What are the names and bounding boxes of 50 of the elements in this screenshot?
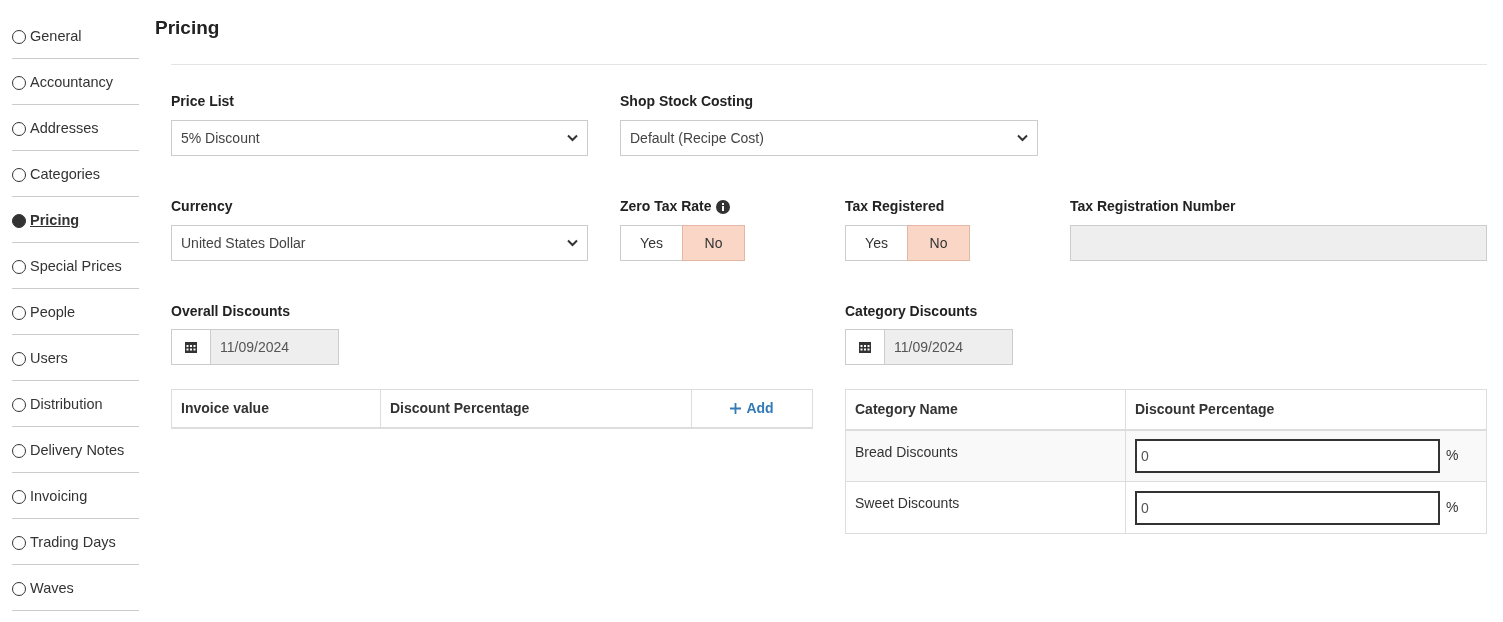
field-label: Tax Registration Number [1070,197,1236,216]
calendar-icon [185,341,197,353]
field-label: Overall Discounts [171,302,291,321]
dropdown-field[interactable]: Default (Recipe Cost) [620,120,1038,156]
sidebar-item[interactable]: Categories [12,151,139,197]
calendar-button[interactable] [171,329,211,365]
percentage-field[interactable]: 0 [1135,438,1440,473]
column-header: Discount Percentage [381,390,692,427]
date-field[interactable]: 11/09/2024 [885,329,1013,365]
page-title: Pricing [155,16,221,40]
column-header: Invoice value [172,390,381,427]
field-label: Price List [171,92,235,111]
info-icon [715,199,730,214]
chevron-down-icon [567,134,578,142]
field-label: Shop Stock Costing [620,92,753,111]
column-header: Category Name [845,389,1126,430]
sidebar-item[interactable]: Users [12,335,139,381]
field-label: Currency [171,197,233,216]
dropdown-field[interactable]: United States Dollar [171,225,588,261]
table-cell: Sweet Discounts [845,481,1126,534]
column-header: Discount Percentage [1125,389,1487,430]
calendar-button[interactable] [845,329,885,365]
dropdown-field[interactable]: 5% Discount [171,120,588,156]
sidebar-item[interactable]: Invoicing [12,473,139,519]
sidebar-item[interactable]: Delivery Notes [12,427,139,473]
percent-sign: % [1446,446,1459,466]
sidebar-item[interactable]: People [12,289,139,335]
sidebar-item[interactable]: General [12,13,139,59]
chevron-down-icon [567,239,578,247]
chevron-down-icon [1017,134,1028,142]
field-label: Category Discounts [845,302,978,321]
calendar-icon [859,341,871,353]
field-label: Tax Registered [845,197,945,216]
sidebar-item[interactable]: Waves [12,565,139,611]
toggle-option[interactable]: Yes [620,225,683,261]
add-button[interactable]: Add [730,398,774,419]
percent-sign: % [1446,498,1459,517]
toggle-option[interactable]: No [682,225,745,261]
sidebar-item[interactable]: Addresses [12,105,139,151]
toggle-option[interactable]: Yes [845,225,908,261]
toggle-option[interactable]: No [907,225,970,261]
sidebar-item[interactable]: Accountancy [12,59,139,105]
sidebar-item[interactable]: Special Prices [12,243,139,289]
plus-icon [730,403,742,414]
percentage-field[interactable]: 0 [1135,490,1440,525]
date-field[interactable]: 11/09/2024 [211,329,339,365]
field-label: Zero Tax Rate [620,197,712,216]
sidebar-item[interactable]: Pricing [12,197,139,243]
sidebar-item[interactable]: Trading Days [12,519,139,565]
sidebar-item[interactable]: Distribution [12,381,139,427]
